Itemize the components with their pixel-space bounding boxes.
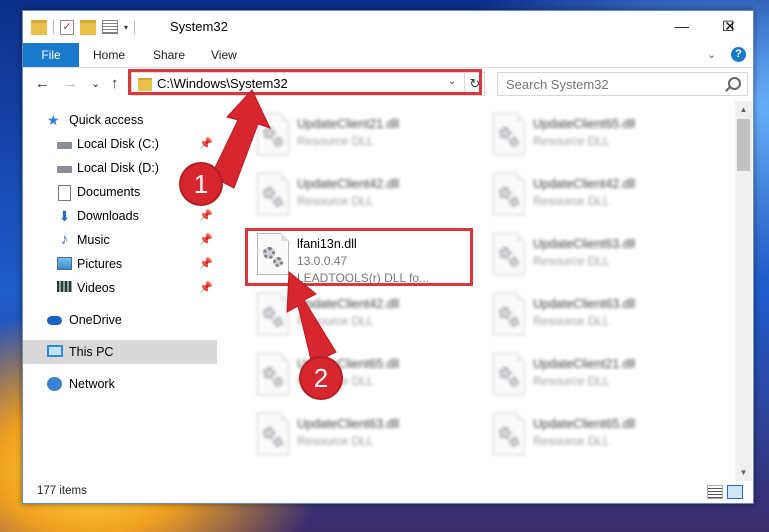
step-1-badge: 1 bbox=[181, 164, 221, 204]
annotation-arrows bbox=[210, 89, 337, 365]
arrow-to-address-bar bbox=[210, 89, 271, 189]
arrow-to-file bbox=[286, 270, 337, 365]
step-2-badge: 2 bbox=[301, 358, 341, 398]
